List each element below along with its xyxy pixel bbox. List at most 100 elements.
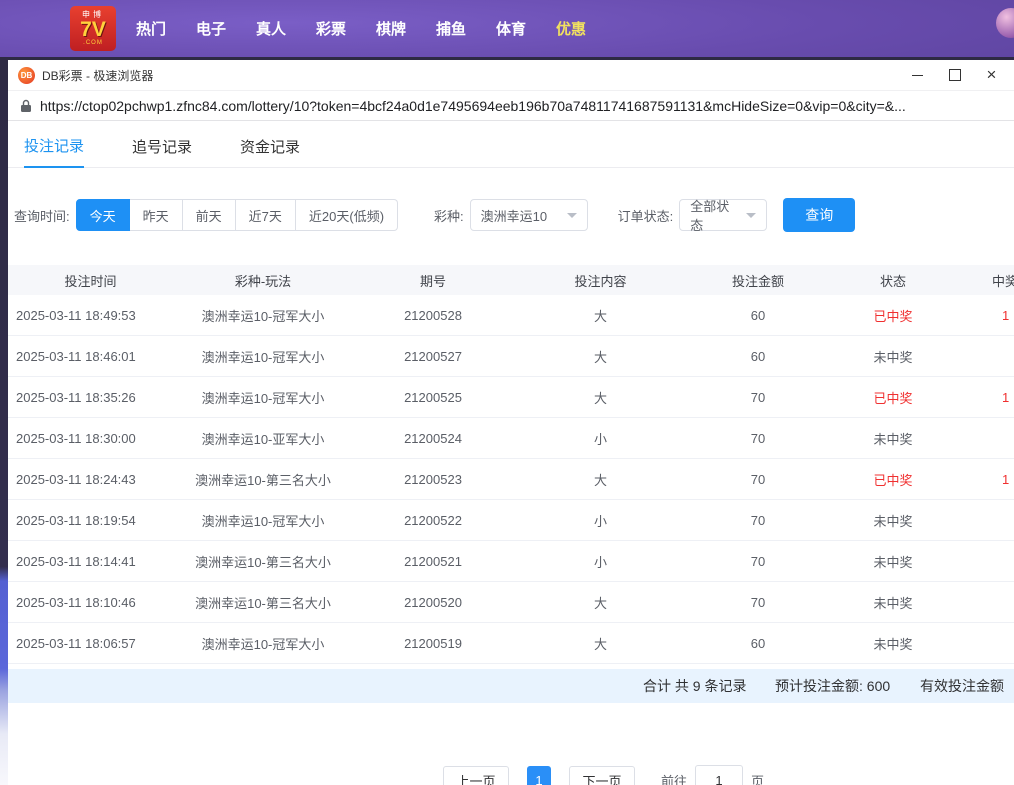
- cell-time: 2025-03-11 18:24:43: [8, 472, 173, 487]
- lottery-select[interactable]: 澳洲幸运10: [470, 199, 588, 231]
- nav-item-4[interactable]: 棋牌: [361, 18, 421, 39]
- tab-2[interactable]: 资金记录: [240, 128, 300, 167]
- cell-issue: 21200527: [353, 349, 513, 364]
- status-filter-label: 订单状态:: [618, 206, 674, 225]
- nav-item-5[interactable]: 捕鱼: [421, 18, 481, 39]
- cell-game: 澳洲幸运10-冠军大小: [173, 306, 353, 325]
- status-select[interactable]: 全部状态: [679, 199, 767, 231]
- cell-content: 大: [513, 634, 688, 653]
- filter-row: 查询时间: 今天昨天前天近7天近20天(低频) 彩种: 澳洲幸运10 订单状态:…: [8, 198, 1014, 232]
- chevron-down-icon: [567, 213, 577, 218]
- url-text: https://ctop02pchwp1.zfnc84.com/lottery/…: [40, 98, 906, 114]
- prev-page-button[interactable]: 上一页: [443, 766, 509, 785]
- nav-item-0[interactable]: 热门: [121, 18, 181, 39]
- cell-time: 2025-03-11 18:35:26: [8, 390, 173, 405]
- user-avatar[interactable]: [996, 8, 1014, 38]
- nav-item-6[interactable]: 体育: [481, 18, 541, 39]
- current-page-button[interactable]: 1: [527, 766, 551, 785]
- cell-content: 大: [513, 470, 688, 489]
- table-row: 2025-03-11 18:06:57澳洲幸运10-冠军大小21200519大6…: [8, 623, 1014, 664]
- cell-status: 未中奖: [828, 511, 958, 530]
- page-unit-label: 页: [751, 771, 764, 785]
- cell-win: 1: [958, 308, 1014, 323]
- nav-item-1[interactable]: 电子: [181, 18, 241, 39]
- cell-status: 已中奖: [828, 470, 958, 489]
- time-option-2[interactable]: 前天: [183, 199, 236, 231]
- goto-page-input[interactable]: [695, 765, 743, 785]
- cell-game: 澳洲幸运10-第三名大小: [173, 593, 353, 612]
- nav-item-2[interactable]: 真人: [241, 18, 301, 39]
- tab-0[interactable]: 投注记录: [24, 127, 84, 168]
- cell-amount: 70: [688, 390, 828, 405]
- cell-issue: 21200524: [353, 431, 513, 446]
- cell-amount: 70: [688, 513, 828, 528]
- cell-win: 1: [958, 390, 1014, 405]
- summary-total: 合计 共 9 条记录: [643, 669, 746, 703]
- lottery-filter-label: 彩种:: [434, 206, 464, 225]
- cell-game: 澳洲幸运10-冠军大小: [173, 388, 353, 407]
- time-option-3[interactable]: 近7天: [236, 199, 296, 231]
- goto-label: 前往: [661, 771, 687, 785]
- cell-status: 未中奖: [828, 429, 958, 448]
- summary-expected-amount: 预计投注金额: 600: [775, 669, 890, 703]
- column-header-4: 投注金额: [688, 271, 828, 290]
- url-bar[interactable]: https://ctop02pchwp1.zfnc84.com/lottery/…: [8, 90, 1014, 121]
- column-header-6: 中奖金额: [958, 271, 1014, 290]
- status-select-value: 全部状态: [690, 196, 740, 234]
- chevron-down-icon: [746, 213, 756, 218]
- table-row: 2025-03-11 18:10:46澳洲幸运10-第三名大小21200520大…: [8, 582, 1014, 623]
- cell-status: 已中奖: [828, 306, 958, 325]
- time-option-4[interactable]: 近20天(低频): [296, 199, 398, 231]
- close-button[interactable]: ×: [973, 60, 1010, 90]
- cell-status: 已中奖: [828, 388, 958, 407]
- minimize-button[interactable]: [899, 60, 936, 90]
- window-title: DB彩票 - 极速浏览器: [42, 67, 153, 84]
- tab-1[interactable]: 追号记录: [132, 128, 192, 167]
- time-filter-label: 查询时间:: [14, 206, 70, 225]
- column-header-3: 投注内容: [513, 271, 688, 290]
- cell-amount: 70: [688, 595, 828, 610]
- cell-win: 1: [958, 472, 1014, 487]
- lock-icon: [20, 99, 32, 113]
- cell-amount: 70: [688, 554, 828, 569]
- cell-issue: 21200528: [353, 308, 513, 323]
- search-button[interactable]: 查询: [783, 198, 855, 232]
- cell-game: 澳洲幸运10-第三名大小: [173, 470, 353, 489]
- cell-status: 未中奖: [828, 634, 958, 653]
- cell-issue: 21200521: [353, 554, 513, 569]
- cell-content: 小: [513, 552, 688, 571]
- cell-amount: 70: [688, 431, 828, 446]
- nav-item-3[interactable]: 彩票: [301, 18, 361, 39]
- cell-content: 大: [513, 593, 688, 612]
- app-icon: DB: [18, 67, 35, 84]
- main-nav: 热门电子真人彩票棋牌捕鱼体育优惠: [121, 0, 601, 57]
- cell-amount: 60: [688, 308, 828, 323]
- desktop-background-strip: [0, 57, 8, 785]
- next-page-button[interactable]: 下一页: [569, 766, 635, 785]
- cell-game: 澳洲幸运10-冠军大小: [173, 511, 353, 530]
- table-header-row: 投注时间彩种-玩法期号投注内容投注金额状态中奖金额: [8, 265, 1014, 295]
- cell-game: 澳洲幸运10-冠军大小: [173, 347, 353, 366]
- bet-record-table: 投注时间彩种-玩法期号投注内容投注金额状态中奖金额 2025-03-11 18:…: [8, 265, 1014, 664]
- cell-amount: 60: [688, 349, 828, 364]
- summary-bar: 合计 共 9 条记录 预计投注金额: 600 有效投注金额: [8, 669, 1014, 703]
- nav-item-7[interactable]: 优惠: [541, 18, 601, 39]
- table-row: 2025-03-11 18:46:01澳洲幸运10-冠军大小21200527大6…: [8, 336, 1014, 377]
- window-titlebar: DB DB彩票 - 极速浏览器 ×: [8, 60, 1014, 90]
- cell-game: 澳洲幸运10-冠军大小: [173, 634, 353, 653]
- cell-status: 未中奖: [828, 347, 958, 366]
- cell-time: 2025-03-11 18:49:53: [8, 308, 173, 323]
- maximize-button[interactable]: [936, 60, 973, 90]
- site-topbar: 申博 7V .COM 热门电子真人彩票棋牌捕鱼体育优惠: [0, 0, 1014, 57]
- time-option-1[interactable]: 昨天: [130, 199, 183, 231]
- site-logo[interactable]: 申博 7V .COM: [70, 6, 116, 51]
- logo-bottom-text: .COM: [83, 40, 103, 46]
- cell-status: 未中奖: [828, 593, 958, 612]
- cell-issue: 21200523: [353, 472, 513, 487]
- record-tabs: 投注记录 追号记录 资金记录: [8, 127, 1014, 168]
- time-filter-group: 今天昨天前天近7天近20天(低频): [76, 199, 398, 231]
- cell-content: 小: [513, 429, 688, 448]
- time-option-0[interactable]: 今天: [76, 199, 130, 231]
- table-row: 2025-03-11 18:19:54澳洲幸运10-冠军大小21200522小7…: [8, 500, 1014, 541]
- lottery-select-value: 澳洲幸运10: [481, 206, 547, 225]
